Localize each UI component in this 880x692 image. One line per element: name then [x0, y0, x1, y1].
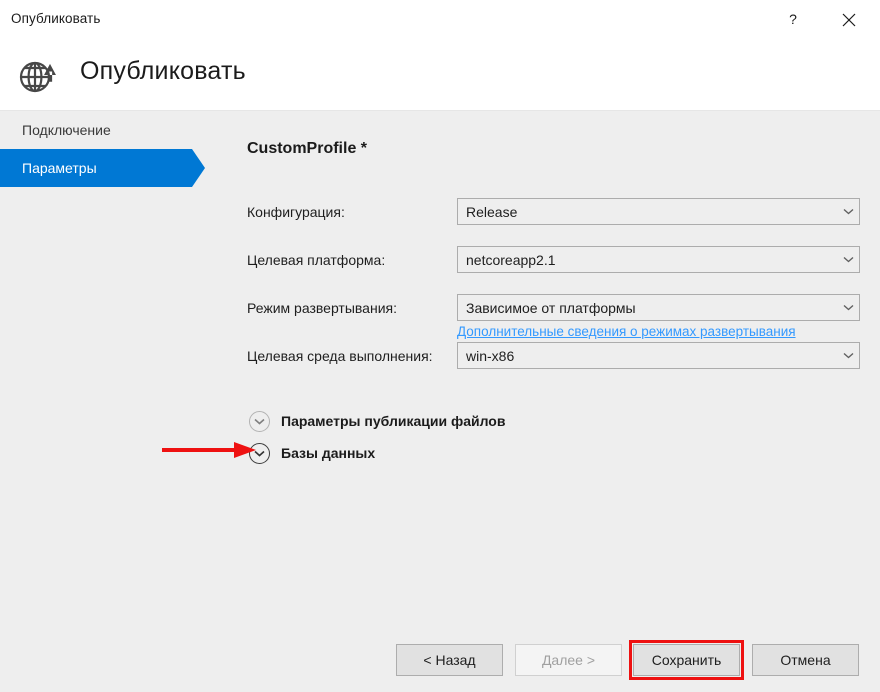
target-runtime-select[interactable]: win-x86	[457, 342, 860, 369]
form-row-configuration: Конфигурация: Release	[247, 198, 860, 246]
chevron-down-icon	[249, 443, 270, 464]
configuration-label: Конфигурация:	[247, 204, 345, 220]
next-button: Далее >	[515, 644, 622, 676]
expander-databases[interactable]: Базы данных	[249, 437, 505, 469]
globe-publish-icon	[16, 53, 60, 97]
settings-form: Конфигурация: Release Целевая платформа:…	[247, 198, 860, 390]
form-row-target-framework: Целевая платформа: netcoreapp2.1	[247, 246, 860, 294]
question-mark-icon: ?	[786, 12, 800, 28]
configuration-value: Release	[458, 204, 837, 220]
dialog-footer: < Назад Далее > Сохранить Отмена	[0, 640, 880, 680]
window-title: Опубликовать	[11, 11, 100, 26]
chevron-down-icon	[837, 208, 859, 215]
svg-text:?: ?	[789, 12, 797, 27]
close-button[interactable]	[826, 0, 872, 40]
target-framework-label: Целевая платформа:	[247, 252, 385, 268]
header-title: Опубликовать	[80, 57, 246, 86]
chevron-down-icon	[837, 256, 859, 263]
form-row-deployment-mode: Режим развертывания: Зависимое от платфо…	[247, 294, 860, 342]
sidebar-item-parameters[interactable]: Параметры	[0, 149, 192, 187]
expander-sections: Параметры публикации файлов Базы данных	[249, 405, 505, 469]
expander-label: Параметры публикации файлов	[281, 413, 505, 429]
deployment-mode-select[interactable]: Зависимое от платформы	[457, 294, 860, 321]
save-button[interactable]: Сохранить	[633, 644, 740, 676]
configuration-select[interactable]: Release	[457, 198, 860, 225]
dialog-header: Опубликовать	[0, 40, 880, 111]
help-button[interactable]: ?	[770, 0, 816, 40]
sidebar-item-label: Параметры	[22, 160, 97, 176]
expander-label: Базы данных	[281, 445, 375, 461]
deployment-mode-value: Зависимое от платформы	[458, 300, 837, 316]
target-framework-value: netcoreapp2.1	[458, 252, 837, 268]
title-bar: Опубликовать ?	[0, 0, 880, 41]
sidebar-item-connection[interactable]: Подключение	[0, 111, 192, 149]
close-icon	[842, 13, 856, 27]
page-title: CustomProfile *	[247, 140, 367, 158]
target-runtime-value: win-x86	[458, 348, 837, 364]
cancel-button[interactable]: Отмена	[752, 644, 859, 676]
target-framework-select[interactable]: netcoreapp2.1	[457, 246, 860, 273]
deployment-mode-help-link[interactable]: Дополнительные сведения о режимах развер…	[457, 324, 796, 339]
sidebar-nav: Подключение Параметры	[0, 111, 210, 187]
target-runtime-label: Целевая среда выполнения:	[247, 348, 433, 364]
deployment-mode-label: Режим развертывания:	[247, 300, 397, 316]
chevron-down-icon	[837, 352, 859, 359]
back-button[interactable]: < Назад	[396, 644, 503, 676]
chevron-down-icon	[837, 304, 859, 311]
chevron-down-icon	[249, 411, 270, 432]
sidebar-item-label: Подключение	[22, 122, 111, 138]
expander-file-publish-options[interactable]: Параметры публикации файлов	[249, 405, 505, 437]
form-row-target-runtime: Целевая среда выполнения: win-x86	[247, 342, 860, 390]
